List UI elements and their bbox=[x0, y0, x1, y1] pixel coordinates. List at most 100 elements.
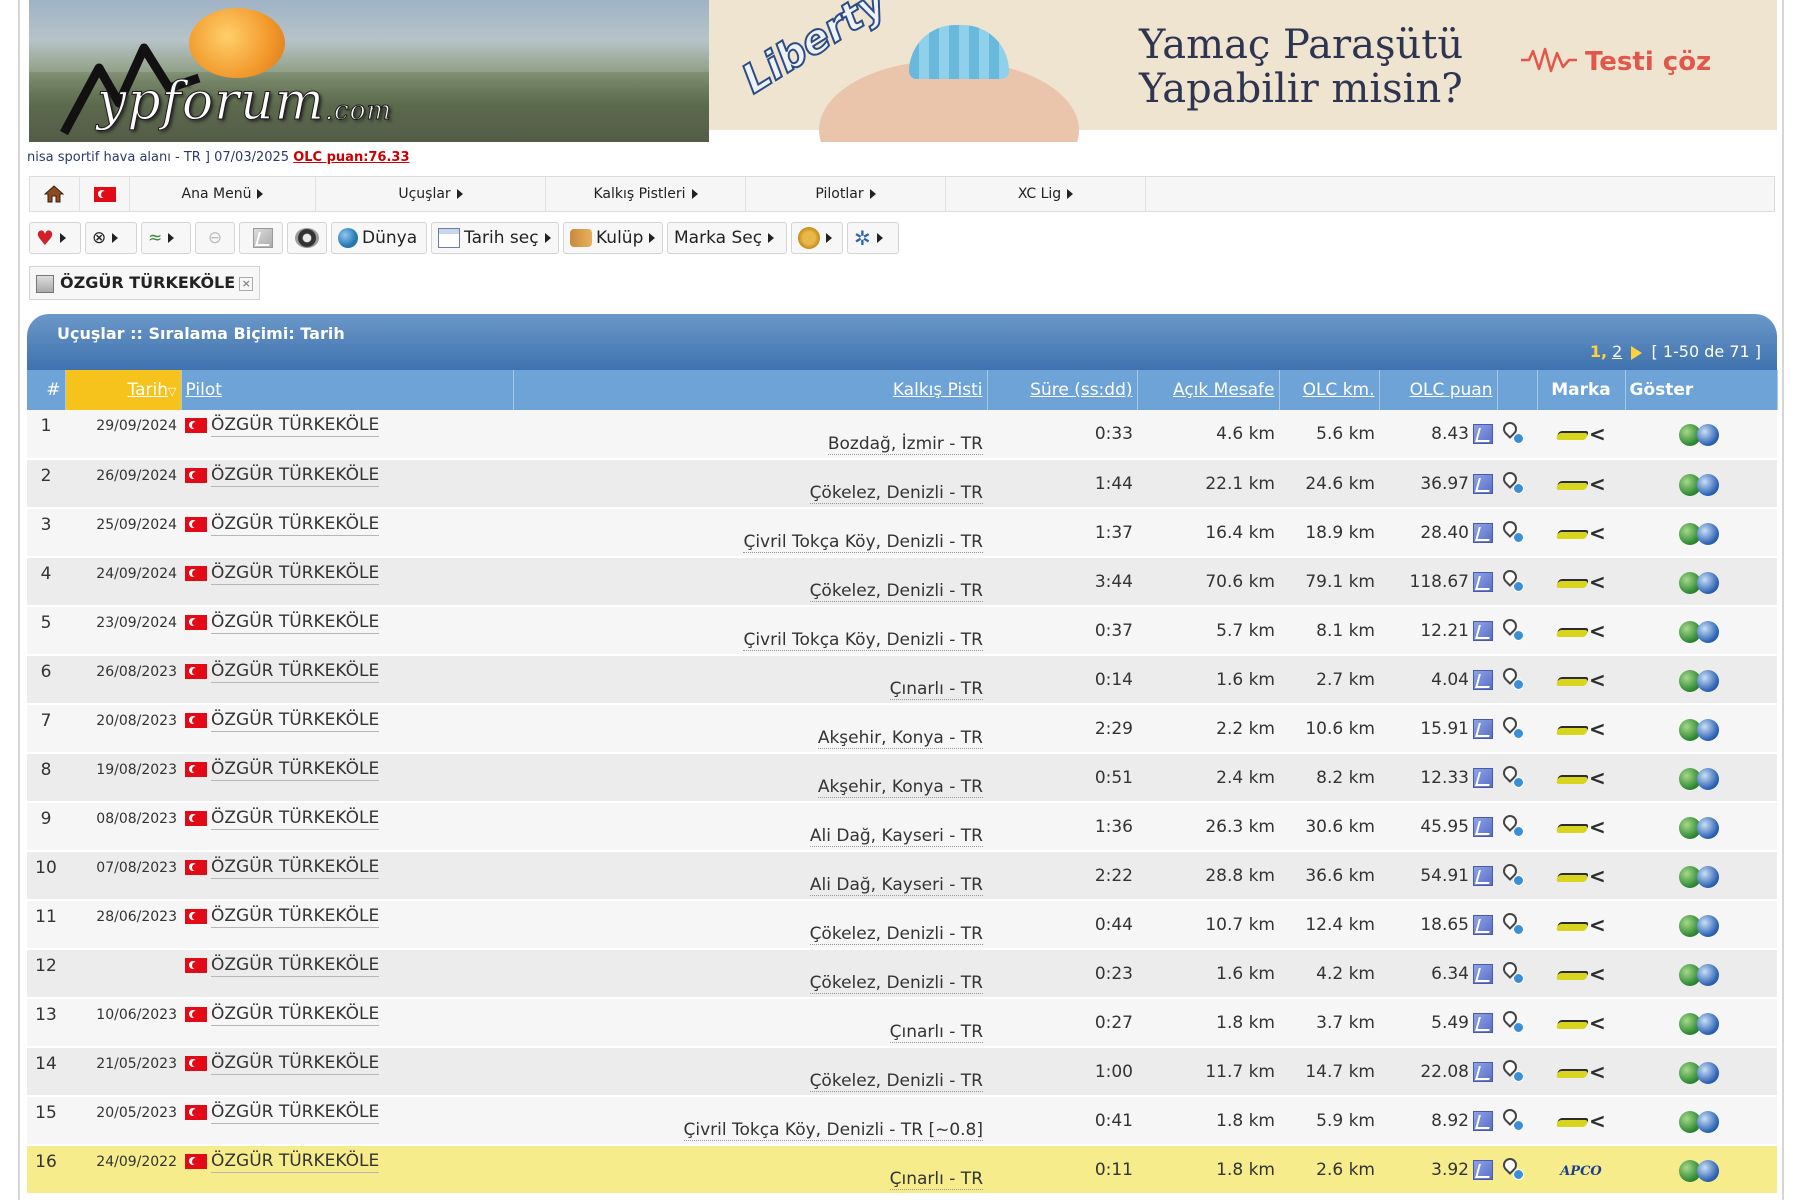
table-row[interactable]: 12 ÖZGÜR TÜRKEKÖLE Çökelez, Denizli - TR 0:… bbox=[27, 949, 1777, 999]
table-row[interactable]: 7 20/08/2023 ÖZGÜR TÜRKEKÖLE Akşehir, Konya… bbox=[27, 704, 1777, 754]
takeoff-link[interactable]: Çivril Tokça Köy, Denizli - TR bbox=[743, 532, 983, 553]
chart-icon[interactable] bbox=[1473, 865, 1493, 886]
chart-icon[interactable] bbox=[1473, 1110, 1493, 1131]
map-pin-icon[interactable] bbox=[1500, 958, 1527, 986]
col-olc-km[interactable]: OLC km. bbox=[1279, 370, 1380, 410]
takeoff-link[interactable]: Çınarlı - TR bbox=[889, 1169, 983, 1190]
takeoff-link[interactable]: Çökelez, Denizli - TR bbox=[809, 581, 983, 602]
table-row[interactable]: 1 29/09/2024 ÖZGÜR TÜRKEKÖLE Bozdağ, İzmir … bbox=[27, 410, 1777, 460]
pilot-name-link[interactable]: ÖZGÜR TÜRKEKÖLE bbox=[211, 1004, 380, 1026]
table-row[interactable]: 11 28/06/2023 ÖZGÜR TÜRKEKÖLE Çökelez, Deni… bbox=[27, 900, 1777, 950]
takeoff-link[interactable]: Çivril Tokça Köy, Denizli - TR bbox=[743, 630, 983, 651]
table-row[interactable]: 5 23/09/2024 ÖZGÜR TÜRKEKÖLE Çivril Tokça K… bbox=[27, 606, 1777, 656]
menu-xc-league[interactable]: XC Lig bbox=[946, 177, 1146, 211]
favorites-button[interactable]: ♥ bbox=[29, 222, 81, 254]
pilot-name-link[interactable]: ÖZGÜR TÜRKEKÖLE bbox=[211, 1151, 380, 1173]
chart-icon[interactable] bbox=[1473, 963, 1493, 984]
pilot-cell[interactable]: ÖZGÜR TÜRKEKÖLE bbox=[181, 998, 513, 1048]
sort-duration-link[interactable]: Süre (ss:dd) bbox=[1030, 380, 1132, 400]
pilot-cell[interactable]: ÖZGÜR TÜRKEKÖLE bbox=[181, 1047, 513, 1097]
takeoff-link[interactable]: Çivril Tokça Köy, Denizli - TR [~0.8] bbox=[683, 1120, 983, 1141]
coin-filter-button[interactable] bbox=[791, 222, 843, 254]
takeoff-cell[interactable]: Akşehir, Konya - TR bbox=[513, 704, 987, 754]
table-row[interactable]: 15 20/05/2023 ÖZGÜR TÜRKEKÖLE Çivril Tokça … bbox=[27, 1096, 1777, 1146]
olc-points-link[interactable]: OLC puan:76.33 bbox=[293, 150, 409, 165]
pilot-cell[interactable]: ÖZGÜR TÜRKEKÖLE bbox=[181, 900, 513, 950]
takeoff-link[interactable]: Çınarlı - TR bbox=[889, 1022, 983, 1043]
takeoff-cell[interactable]: Çivril Tokça Köy, Denizli - TR bbox=[513, 508, 987, 558]
chart-icon[interactable] bbox=[1473, 571, 1493, 592]
menu-main[interactable]: Ana Menü bbox=[130, 177, 316, 211]
map-pin-icon[interactable] bbox=[1500, 762, 1527, 790]
pilot-name-link[interactable]: ÖZGÜR TÜRKEKÖLE bbox=[211, 415, 380, 437]
chart-icon[interactable] bbox=[1473, 914, 1493, 935]
show-flight-icon[interactable] bbox=[1679, 913, 1723, 937]
next-page-icon[interactable] bbox=[1631, 345, 1643, 360]
table-row[interactable]: 3 25/09/2024 ÖZGÜR TÜRKEKÖLE Çivril Tokça K… bbox=[27, 508, 1777, 558]
takeoff-cell[interactable]: Bozdağ, İzmir - TR bbox=[513, 410, 987, 460]
show-flight-icon[interactable] bbox=[1679, 815, 1723, 839]
world-button[interactable]: Dünya bbox=[331, 222, 427, 254]
table-row[interactable]: 14 21/05/2023 ÖZGÜR TÜRKEKÖLE Çökelez, Deni… bbox=[27, 1047, 1777, 1097]
map-pin-icon[interactable] bbox=[1500, 860, 1527, 888]
chart-icon[interactable] bbox=[1473, 767, 1493, 788]
show-flight-icon[interactable] bbox=[1679, 472, 1723, 496]
pilot-cell[interactable]: ÖZGÜR TÜRKEKÖLE bbox=[181, 753, 513, 803]
map-pin-icon[interactable] bbox=[1500, 566, 1527, 594]
takeoff-link[interactable]: Çökelez, Denizli - TR bbox=[809, 924, 983, 945]
chart-icon[interactable] bbox=[1473, 424, 1493, 444]
takeoff-cell[interactable]: Çınarlı - TR bbox=[513, 1145, 987, 1195]
takeoff-cell[interactable]: Akşehir, Konya - TR bbox=[513, 753, 987, 803]
chart-icon[interactable] bbox=[1473, 1159, 1493, 1180]
pilot-name-link[interactable]: ÖZGÜR TÜRKEKÖLE bbox=[211, 563, 380, 585]
show-flight-icon[interactable] bbox=[1679, 1158, 1723, 1182]
col-open-distance[interactable]: Açık Mesafe bbox=[1137, 370, 1280, 410]
takeoff-link[interactable]: Çökelez, Denizli - TR bbox=[809, 483, 983, 504]
chart-icon[interactable] bbox=[1473, 1061, 1493, 1082]
col-date[interactable]: Tarih▽ bbox=[65, 370, 182, 410]
show-flight-icon[interactable] bbox=[1679, 766, 1723, 790]
pilot-name-link[interactable]: ÖZGÜR TÜRKEKÖLE bbox=[211, 710, 380, 732]
glider-type-button[interactable]: ≈ bbox=[141, 222, 191, 254]
pilot-name-link[interactable]: ÖZGÜR TÜRKEKÖLE bbox=[211, 808, 380, 830]
table-row[interactable]: 16 24/09/2022 ÖZGÜR TÜRKEKÖLE Çınarlı - TR 0… bbox=[27, 1145, 1777, 1195]
table-row[interactable]: 8 19/08/2023 ÖZGÜR TÜRKEKÖLE Akşehir, Konya… bbox=[27, 753, 1777, 803]
brand-select-button[interactable]: Marka Seç bbox=[667, 222, 787, 254]
sort-date-link[interactable]: Tarih bbox=[128, 380, 168, 400]
map-pin-icon[interactable] bbox=[1500, 1154, 1527, 1182]
table-row[interactable]: 9 08/08/2023 ÖZGÜR TÜRKEKÖLE Ali Dağ, Kayse… bbox=[27, 802, 1777, 852]
chart-icon[interactable] bbox=[1473, 473, 1493, 494]
chart-icon[interactable] bbox=[1473, 669, 1493, 690]
takeoff-link[interactable]: Çökelez, Denizli - TR bbox=[809, 1071, 983, 1092]
show-flight-icon[interactable] bbox=[1679, 570, 1723, 594]
sort-takeoff-link[interactable]: Kalkış Pisti bbox=[893, 380, 983, 400]
sort-olc-points-link[interactable]: OLC puan bbox=[1410, 380, 1493, 400]
takeoff-cell[interactable]: Çökelez, Denizli - TR bbox=[513, 557, 987, 607]
show-flight-icon[interactable] bbox=[1679, 717, 1723, 741]
ad-banner[interactable]: Liberty Yamaç Paraşütü Yapabilir misin? … bbox=[709, 0, 1777, 142]
map-pin-icon[interactable] bbox=[1500, 1105, 1527, 1133]
pilot-name-link[interactable]: ÖZGÜR TÜRKEKÖLE bbox=[211, 1102, 380, 1124]
pilot-name-link[interactable]: ÖZGÜR TÜRKEKÖLE bbox=[211, 955, 380, 977]
language-flag-button[interactable] bbox=[80, 177, 130, 211]
menu-takeoffs[interactable]: Kalkış Pistleri bbox=[546, 177, 746, 211]
pilot-name-link[interactable]: ÖZGÜR TÜRKEKÖLE bbox=[211, 661, 380, 683]
sort-open-distance-link[interactable]: Açık Mesafe bbox=[1173, 380, 1275, 400]
pilot-name-link[interactable]: ÖZGÜR TÜRKEKÖLE bbox=[211, 857, 380, 879]
table-row[interactable]: 2 26/09/2024 ÖZGÜR TÜRKEKÖLE Çökelez, Deniz… bbox=[27, 459, 1777, 509]
show-flight-icon[interactable] bbox=[1679, 619, 1723, 643]
menu-pilots[interactable]: Pilotlar bbox=[746, 177, 946, 211]
site-logo[interactable]: ypforum.com bbox=[29, 0, 709, 142]
pilot-name-link[interactable]: ÖZGÜR TÜRKEKÖLE bbox=[211, 612, 380, 634]
pilot-cell[interactable]: ÖZGÜR TÜRKEKÖLE bbox=[181, 949, 513, 999]
map-pin-icon[interactable] bbox=[1500, 419, 1527, 446]
pilot-cell[interactable]: ÖZGÜR TÜRKEKÖLE bbox=[181, 410, 513, 460]
menu-flights[interactable]: Uçuşlar bbox=[316, 177, 546, 211]
pilot-cell[interactable]: ÖZGÜR TÜRKEKÖLE bbox=[181, 1096, 513, 1146]
disabled-filter-button[interactable]: ⊖ bbox=[195, 222, 235, 254]
takeoff-cell[interactable]: Çökelez, Denizli - TR bbox=[513, 1047, 987, 1097]
takeoff-cell[interactable]: Çivril Tokça Köy, Denizli - TR bbox=[513, 606, 987, 656]
pilot-name-link[interactable]: ÖZGÜR TÜRKEKÖLE bbox=[211, 759, 380, 781]
map-pin-icon[interactable] bbox=[1500, 517, 1527, 545]
date-select-button[interactable]: Tarih seç bbox=[431, 222, 559, 254]
